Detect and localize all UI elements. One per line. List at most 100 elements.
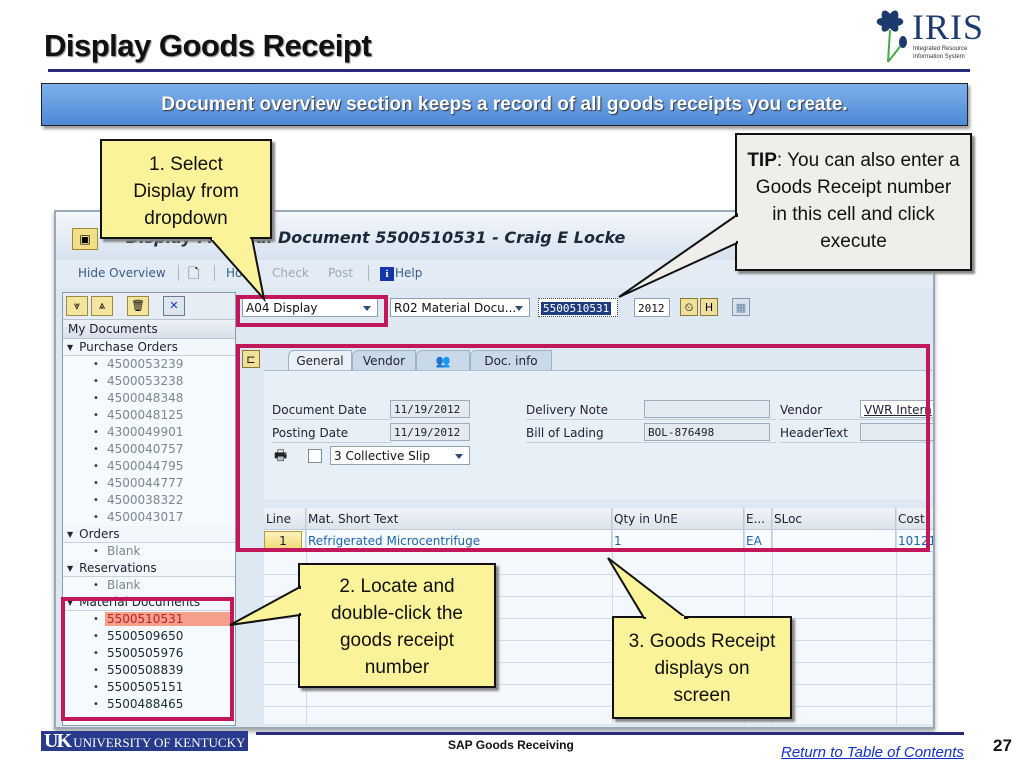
column-header-sloc[interactable]: SLoc (772, 508, 896, 530)
help-icon: i (380, 267, 394, 281)
posting-date-field[interactable]: 11/19/2012 (390, 423, 470, 441)
tab-doc-info[interactable]: Doc. info (470, 350, 552, 371)
overview-item[interactable]: • 4500038322 (63, 492, 235, 509)
qty-cell[interactable]: 1 (612, 530, 744, 552)
overview-tree: ▼ Purchase Orders • 4500053239 • 4500053238 • 4… (63, 339, 235, 713)
header-text-field[interactable] (860, 423, 933, 441)
overview-item-label: 5500508839 (107, 663, 184, 677)
callout-tip: TIP: You can also enter a Goods Receipt … (618, 133, 972, 298)
expand-triangle-icon[interactable]: ▼ (67, 343, 73, 352)
overview-item[interactable]: • 4500048125 (63, 407, 235, 424)
reference-dropdown[interactable]: R02 Material Docu... (390, 298, 530, 317)
mat-short-text-cell[interactable]: Refrigerated Microcentrifuge (306, 530, 612, 552)
column-header-mat-short-text[interactable]: Mat. Short Text (306, 508, 612, 530)
overview-item[interactable]: • 4500044795 (63, 458, 235, 475)
close-icon[interactable]: ✕ (163, 296, 185, 316)
new-document-icon[interactable]: 🗋 (188, 263, 199, 287)
delete-icon[interactable]: 🗑 (127, 296, 149, 316)
overview-item[interactable]: • 5500505151 (63, 679, 235, 696)
overview-item[interactable]: • 4500044777 (63, 475, 235, 492)
overview-item[interactable]: • 4500053238 (63, 373, 235, 390)
overview-item[interactable]: • 4500053239 (63, 356, 235, 373)
check-button[interactable]: Check (272, 266, 309, 280)
column-header-unit[interactable]: E... (744, 508, 772, 530)
overview-item[interactable]: • 4300049901 (63, 424, 235, 441)
overview-group[interactable]: ▼ Purchase Orders (63, 339, 235, 356)
document-date-field[interactable]: 11/19/2012 (390, 400, 470, 418)
overview-item[interactable]: • Blank (63, 543, 235, 560)
table-grid-line (264, 728, 932, 729)
logo-subtitle-line2: Information System (913, 54, 965, 60)
overview-group[interactable]: ▼ Material Documents (63, 594, 235, 611)
bullet-icon: • (93, 648, 99, 659)
tab-general[interactable]: General (288, 350, 352, 371)
callout-step-3: 3. Goods Receipt displays on screen (607, 557, 792, 719)
tip-label: TIP (747, 150, 777, 171)
help-button[interactable]: i Help (380, 266, 422, 281)
tab-partners[interactable]: 👥 (416, 350, 470, 371)
line-cell[interactable]: 1 (264, 530, 306, 552)
expand-triangle-icon[interactable]: ▼ (67, 598, 73, 607)
cost-cell[interactable]: 10121 (896, 530, 933, 552)
bullet-icon: • (93, 444, 99, 455)
delivery-note-field[interactable] (644, 400, 770, 418)
bullet-icon: • (93, 478, 99, 489)
column-header-qty[interactable]: Qty in UnE (612, 508, 744, 530)
slide-title: Display Goods Receipt (44, 28, 372, 63)
post-button[interactable]: Post (328, 266, 353, 280)
header-tabs-area: ⊏ General Vendor 👥 Doc. info Document Da… (242, 348, 933, 499)
bullet-icon: • (93, 461, 99, 472)
chevron-down-icon (455, 454, 463, 459)
reference-value: R02 Material Docu... (394, 301, 517, 315)
expand-triangle-icon[interactable]: ▼ (67, 530, 73, 539)
return-to-toc-link[interactable]: Return to Table of Contents (781, 744, 964, 761)
callout-step-2-text: 2. Locate and double-click the goods rec… (330, 576, 464, 678)
overview-group-label: Material Documents (79, 595, 201, 609)
overview-item[interactable]: • 4500048348 (63, 390, 235, 407)
collapse-header-icon[interactable]: ⊏ (242, 350, 260, 368)
vendor-link[interactable]: VWR Intern (860, 400, 933, 418)
hide-overview-button[interactable]: Hide Overview (78, 266, 166, 280)
find-icon[interactable]: H (700, 298, 718, 316)
unit-cell[interactable]: EA (744, 530, 772, 552)
column-header-line[interactable]: Line (264, 508, 306, 530)
overview-group[interactable]: ▼ Orders (63, 526, 235, 543)
layout-icon[interactable]: ▦ (732, 298, 750, 316)
printer-icon[interactable]: 🖶 (274, 445, 287, 469)
posting-date-label: Posting Date (272, 424, 392, 443)
action-dropdown[interactable]: A04 Display (242, 298, 378, 317)
collapse-all-icon[interactable]: ⩓ (91, 296, 113, 316)
bullet-icon: • (93, 546, 99, 557)
document-overview-panel: ⩔ ⩓ 🗑 ✕ My Documents ▼ Purchase Orders • 45… (62, 292, 236, 726)
document-number-input[interactable]: 5500510531 (538, 298, 618, 317)
bullet-icon: • (93, 393, 99, 404)
overview-item-label: 4500048125 (107, 408, 184, 422)
university-logo: UK UNIVERSITY OF KENTUCKY (41, 731, 248, 751)
overview-item[interactable]: • 5500508839 (63, 662, 235, 679)
sap-menu-icon[interactable]: ▣ (72, 228, 98, 250)
overview-item[interactable]: • 5500509650 (63, 628, 235, 645)
year-input[interactable]: 2012 (634, 298, 670, 317)
overview-item[interactable]: • 5500510531 (63, 611, 235, 628)
line-number-button[interactable]: 1 (264, 531, 302, 551)
overview-group[interactable]: ▼ Reservations (63, 560, 235, 577)
overview-group-label: Purchase Orders (79, 340, 178, 354)
bill-of-lading-field[interactable]: BOL-876498 (644, 423, 770, 441)
column-header-cost[interactable]: Cost C (896, 508, 933, 548)
overview-item[interactable]: • 4500040757 (63, 441, 235, 458)
overview-item[interactable]: • 5500505976 (63, 645, 235, 662)
print-checkbox[interactable] (308, 449, 322, 463)
sloc-cell[interactable] (772, 530, 896, 552)
expand-triangle-icon[interactable]: ▼ (67, 564, 73, 573)
bullet-icon: • (93, 410, 99, 421)
toolbar-separator (178, 265, 179, 281)
overview-item[interactable]: • 4500043017 (63, 509, 235, 526)
slip-dropdown[interactable]: 3 Collective Slip (330, 446, 470, 465)
expand-all-icon[interactable]: ⩔ (66, 296, 88, 316)
overview-item[interactable]: • Blank (63, 577, 235, 594)
execute-icon[interactable]: ⏲ (680, 298, 698, 316)
tab-vendor[interactable]: Vendor (352, 350, 416, 371)
overview-item[interactable]: • 5500488465 (63, 696, 235, 713)
overview-item-label: 4500048348 (107, 391, 184, 405)
overview-group-label: Reservations (79, 561, 157, 575)
